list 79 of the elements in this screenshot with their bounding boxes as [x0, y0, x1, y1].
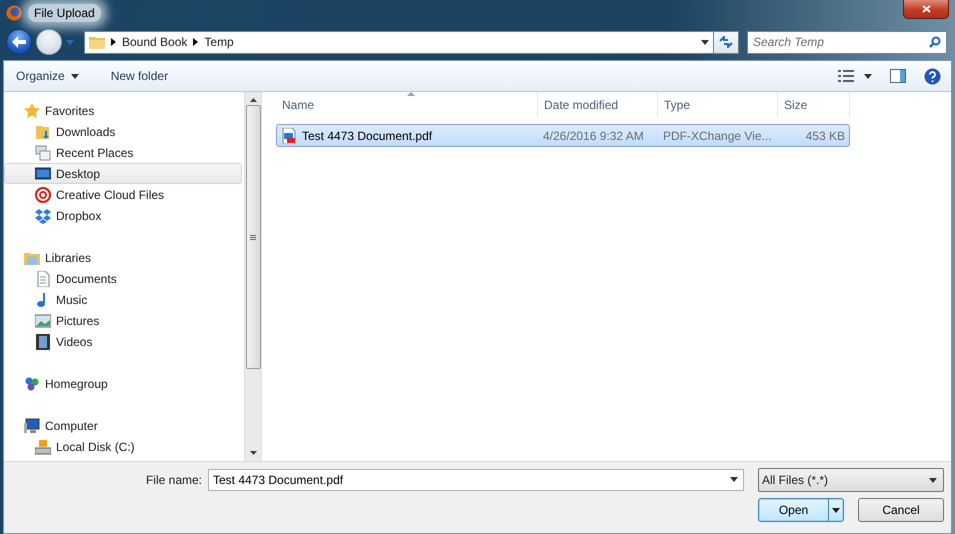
split-button[interactable]: Open: [758, 498, 844, 522]
caret-icon: [832, 508, 840, 512]
table-cell: PDF-XChange Vie...: [663, 128, 772, 142]
back-button[interactable]: [6, 29, 32, 55]
toolbar-button[interactable]: New folder: [108, 67, 170, 85]
film-icon: [35, 334, 51, 350]
forward-button[interactable]: [36, 29, 62, 55]
breadcrumb[interactable]: Bound Book: [122, 35, 188, 49]
column-header[interactable]: Type: [658, 92, 778, 118]
scroll-up-icon: [250, 98, 256, 102]
sort-arrow-icon: [406, 92, 414, 96]
caret-icon: [929, 478, 937, 482]
folder-icon: [35, 124, 51, 140]
drive-icon: [35, 438, 51, 454]
image-icon: [35, 312, 51, 328]
column-header[interactable]: Date modified: [538, 92, 658, 118]
dialog-button[interactable]: Cancel: [858, 498, 944, 522]
close-icon: [922, 5, 930, 13]
field-label: File name:: [146, 473, 202, 487]
star-icon: [24, 102, 40, 118]
nav-item[interactable]: Downloads: [4, 121, 242, 142]
nav-item[interactable]: Documents: [4, 268, 242, 289]
toolbar-button[interactable]: Organize: [14, 67, 81, 85]
caret-icon: [864, 74, 872, 78]
help-button[interactable]: [924, 68, 941, 84]
file-name-field[interactable]: Test 4473 Document.pdf: [208, 469, 744, 491]
close-button[interactable]: [903, 0, 949, 19]
scrollbar[interactable]: [244, 92, 261, 461]
window-icon: [35, 144, 51, 160]
help-icon: [924, 68, 941, 84]
nav-item[interactable]: Computer: [4, 415, 242, 436]
address-bar[interactable]: Bound Book Temp: [84, 30, 714, 54]
table-cell: Test 4473 Document.pdf: [302, 128, 432, 142]
browser-logo-icon: [6, 5, 22, 21]
nav-item[interactable]: Creative Cloud Files: [4, 184, 242, 205]
chevron-icon: [111, 38, 116, 46]
window-title: File Upload: [28, 4, 101, 22]
nav-item[interactable]: Homegroup: [4, 373, 242, 394]
nav-item[interactable]: Recent Places: [4, 142, 242, 163]
scroll-down-icon: [250, 451, 256, 455]
pane-icon: [890, 69, 906, 83]
pdf-file-icon: [281, 128, 297, 144]
view-button[interactable]: [838, 70, 872, 82]
table-cell: 4/26/2016 9:32 AM: [543, 128, 644, 142]
preview-pane-button[interactable]: [890, 69, 906, 83]
arrow-right-icon: [42, 36, 56, 48]
file-row[interactable]: Test 4473 Document.pdf 4/26/2016 9:32 AM PDF-XChange Vie... 453 KB: [276, 124, 850, 147]
network-icon: [24, 376, 40, 392]
file-type-select[interactable]: All Files (*.*): [758, 468, 944, 492]
caret-icon: [701, 40, 709, 44]
nav-item[interactable]: Desktop: [4, 163, 242, 184]
column-header[interactable]: Size: [778, 92, 850, 118]
arrow-left-icon: [12, 36, 26, 48]
list-icon: [838, 70, 854, 82]
nav-item[interactable]: Favorites: [4, 100, 242, 121]
scrollbar-thumb[interactable]: [246, 105, 260, 369]
refresh-button[interactable]: [713, 30, 739, 54]
refresh-icon: [719, 36, 733, 48]
monitor-icon: [35, 166, 51, 182]
folder-icon: [89, 35, 105, 49]
document-icon: [35, 270, 51, 286]
box-icon: [35, 208, 51, 224]
table-cell: 453 KB: [806, 128, 845, 142]
search-icon: [929, 36, 941, 48]
nav-item[interactable]: Libraries: [4, 247, 242, 268]
nav-item[interactable]: Videos: [4, 331, 242, 352]
computer-icon: [24, 418, 40, 434]
nav-item[interactable]: Local Disk (C:): [4, 436, 242, 457]
breadcrumb[interactable]: Temp: [204, 35, 234, 49]
caret-icon: [70, 74, 79, 78]
grip-icon: [250, 234, 256, 240]
caret-icon: [730, 477, 738, 482]
nav-item[interactable]: Pictures: [4, 310, 242, 331]
nav-item[interactable]: Music: [4, 289, 242, 310]
nav-item[interactable]: Dropbox: [4, 205, 242, 226]
caret-icon: [66, 40, 74, 44]
column-header[interactable]: Name: [276, 92, 538, 118]
chevron-icon: [193, 38, 198, 46]
search-field[interactable]: Search Temp: [747, 30, 947, 54]
